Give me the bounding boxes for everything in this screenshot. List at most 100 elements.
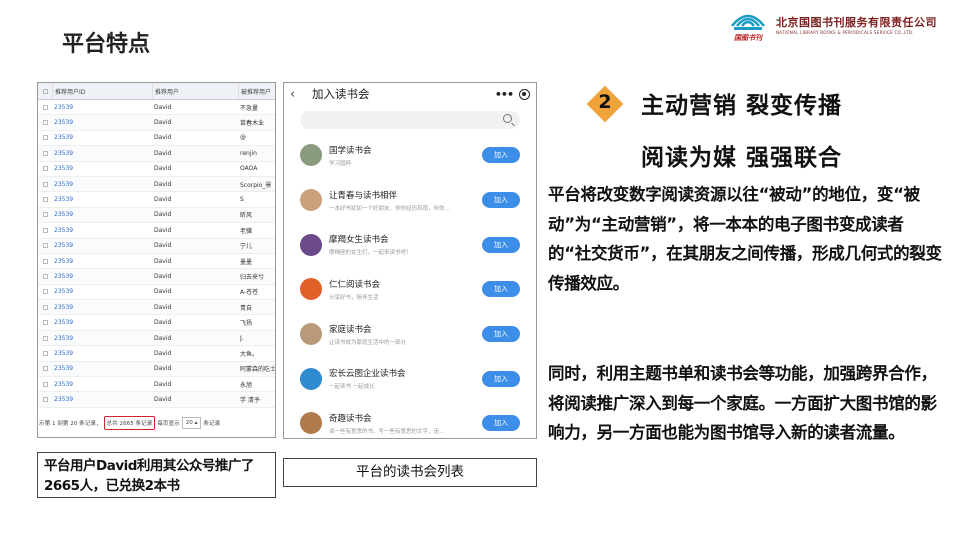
referrer-id-link[interactable]: 23539 [52, 134, 152, 141]
referrer-id-link[interactable]: 23539 [52, 181, 152, 188]
referrer-id-link[interactable]: 23539 [52, 119, 152, 126]
join-button[interactable]: 加入 [482, 370, 520, 387]
row-checkbox[interactable] [38, 320, 52, 326]
table-row[interactable]: 23539 David 墨墨 [38, 254, 275, 270]
row-checkbox[interactable] [38, 258, 52, 264]
row-checkbox[interactable] [38, 350, 52, 356]
table-row[interactable]: 23539 David Š [38, 192, 275, 208]
list-item[interactable]: 仁仁阅读书会 分享好书，陪伴生活 加入 [284, 267, 536, 312]
row-checkbox[interactable] [38, 150, 52, 156]
join-button[interactable]: 加入 [482, 192, 520, 209]
row-checkbox[interactable] [38, 166, 52, 172]
row-checkbox[interactable] [38, 212, 52, 218]
club-name: 奇趣读书会 [329, 413, 372, 424]
row-checkbox[interactable] [38, 197, 52, 203]
invitee-name: 永旭 [240, 381, 253, 389]
list-item[interactable]: 奇趣读书会读一些有意思的书，写一些有意思的文字，走... 加入 [284, 401, 536, 438]
row-checkbox[interactable] [38, 120, 52, 126]
table-row[interactable]: 23539 David 永旭 [38, 377, 275, 393]
club-search-input[interactable] [300, 111, 520, 129]
referrer-id-link[interactable]: 23539 [52, 242, 152, 249]
invitee-name: 不急量 [240, 104, 259, 112]
table-row[interactable]: 23539 David 学 清予 [38, 392, 275, 408]
club-name: 让青春与读书相伴 [329, 190, 398, 201]
referrer-id-link[interactable]: 23539 [52, 350, 152, 357]
referrer-name: David [154, 103, 172, 111]
table-row[interactable]: 23539 David 飞扬 [38, 315, 275, 331]
invitee-name: 学 清予 [240, 397, 260, 405]
table-row[interactable]: 23539 David 阿蒙森的吃士 [38, 361, 275, 378]
referrer-name: David [154, 257, 172, 265]
referrer-id-link[interactable]: 23539 [52, 258, 152, 265]
list-item[interactable]: 摩羯女生读书会 摩羯座的女生们，一起来读书吧！ 加入 [284, 222, 536, 267]
join-button[interactable]: 加入 [482, 281, 520, 298]
table-row[interactable]: 23539 David 昕风 [38, 207, 275, 224]
referrer-id-link[interactable]: 23539 [52, 150, 152, 157]
referrer-id-link[interactable]: 23539 [52, 335, 152, 342]
row-checkbox[interactable] [38, 381, 52, 387]
list-item[interactable]: 让青春与读书相伴 一本好书犹如一个好朋友，伴你经历风雨，伴你... 加入 [284, 178, 536, 223]
caption-phone: 平台的读书会列表 [283, 458, 537, 487]
per-page-select[interactable]: 20 ▴ [181, 417, 202, 429]
close-target-icon[interactable] [519, 88, 530, 100]
row-checkbox[interactable] [38, 289, 52, 295]
referrer-id-link[interactable]: 23539 [52, 319, 152, 326]
row-checkbox[interactable] [38, 227, 52, 233]
referrer-id-link[interactable]: 23539 [52, 211, 152, 218]
table-row[interactable]: 23539 David 大鱼。 [38, 346, 275, 362]
list-item[interactable]: 宏长云图企业读书会 一起读书 一起成长 加入 [284, 356, 536, 401]
invitee-name: Š [240, 196, 244, 204]
table-row[interactable]: 23539 David J. [38, 330, 275, 347]
join-button[interactable]: 加入 [482, 147, 520, 164]
row-checkbox[interactable] [38, 397, 52, 403]
table-row[interactable]: 23539 David A-苍苍 [38, 285, 275, 301]
join-button[interactable]: 加入 [482, 415, 520, 432]
join-button[interactable]: 加入 [482, 236, 520, 253]
table-row[interactable]: 23539 David @ [38, 131, 275, 147]
club-description: 摩羯座的女生们，一起来读书吧！ [329, 250, 412, 257]
row-checkbox[interactable] [38, 304, 52, 310]
feature-number: 2 [598, 91, 612, 113]
referrer-name: David [154, 134, 172, 142]
table-row[interactable]: 23539 David 宁儿 [38, 238, 275, 254]
column-header-referrer[interactable]: 推荐用户 [152, 83, 238, 99]
list-item[interactable]: 国学读书会 学习国粹 加入 [284, 133, 536, 178]
row-checkbox[interactable] [38, 135, 52, 141]
row-checkbox[interactable] [38, 104, 52, 110]
table-row[interactable]: 23539 David 苗春木业 [38, 115, 275, 131]
referrer-id-link[interactable]: 23539 [52, 227, 152, 234]
referrer-id-link[interactable]: 23539 [52, 381, 152, 388]
referrer-id-link[interactable]: 23539 [52, 304, 152, 311]
list-item[interactable]: 家庭读书会 让读书成为家庭生活中的一部分 加入 [284, 312, 536, 357]
table-row[interactable]: 23539 David 老骥 [38, 223, 275, 239]
table-row[interactable]: 23539 David 归去来兮 [38, 269, 275, 285]
club-description: 读一些有意思的书，写一些有意思的文字，走... [329, 428, 445, 435]
row-checkbox[interactable] [38, 335, 52, 341]
referrer-id-link[interactable]: 23539 [52, 288, 152, 295]
more-menu-icon[interactable]: ••• [495, 88, 514, 101]
join-button[interactable]: 加入 [482, 326, 520, 343]
row-checkbox[interactable] [38, 273, 52, 279]
referrer-id-link[interactable]: 23539 [52, 165, 152, 172]
back-icon[interactable]: ‹ [290, 87, 312, 102]
select-all-checkbox[interactable] [38, 88, 52, 94]
club-text: 让青春与读书相伴 一本好书犹如一个好朋友，伴你经历风雨，伴你... [329, 189, 476, 212]
table-row[interactable]: 23539 David renjin [38, 146, 275, 162]
row-checkbox[interactable] [38, 243, 52, 249]
referrer-id-link[interactable]: 23539 [52, 196, 152, 203]
table-row[interactable]: 23539 David Scorpio_景 [38, 176, 275, 193]
column-header-invitee[interactable]: 被推荐用户 [238, 83, 275, 99]
table-row[interactable]: 23539 David 青自 [38, 300, 275, 316]
referrer-id-link[interactable]: 23539 [52, 273, 152, 280]
row-checkbox[interactable] [38, 181, 52, 187]
referrer-name: David [154, 288, 172, 296]
referrer-name: David [154, 180, 172, 188]
column-header-referrer-id[interactable]: 推荐用户ID [52, 83, 152, 99]
referrer-id-link[interactable]: 23539 [52, 104, 152, 111]
row-checkbox[interactable] [38, 366, 52, 372]
club-description: 一起读书 一起成长 [329, 384, 375, 391]
referrer-id-link[interactable]: 23539 [52, 396, 152, 403]
table-row[interactable]: 23539 David OAOA [38, 162, 275, 177]
referrer-id-link[interactable]: 23539 [52, 365, 152, 372]
table-row[interactable]: 23539 David 不急量 [38, 100, 275, 116]
